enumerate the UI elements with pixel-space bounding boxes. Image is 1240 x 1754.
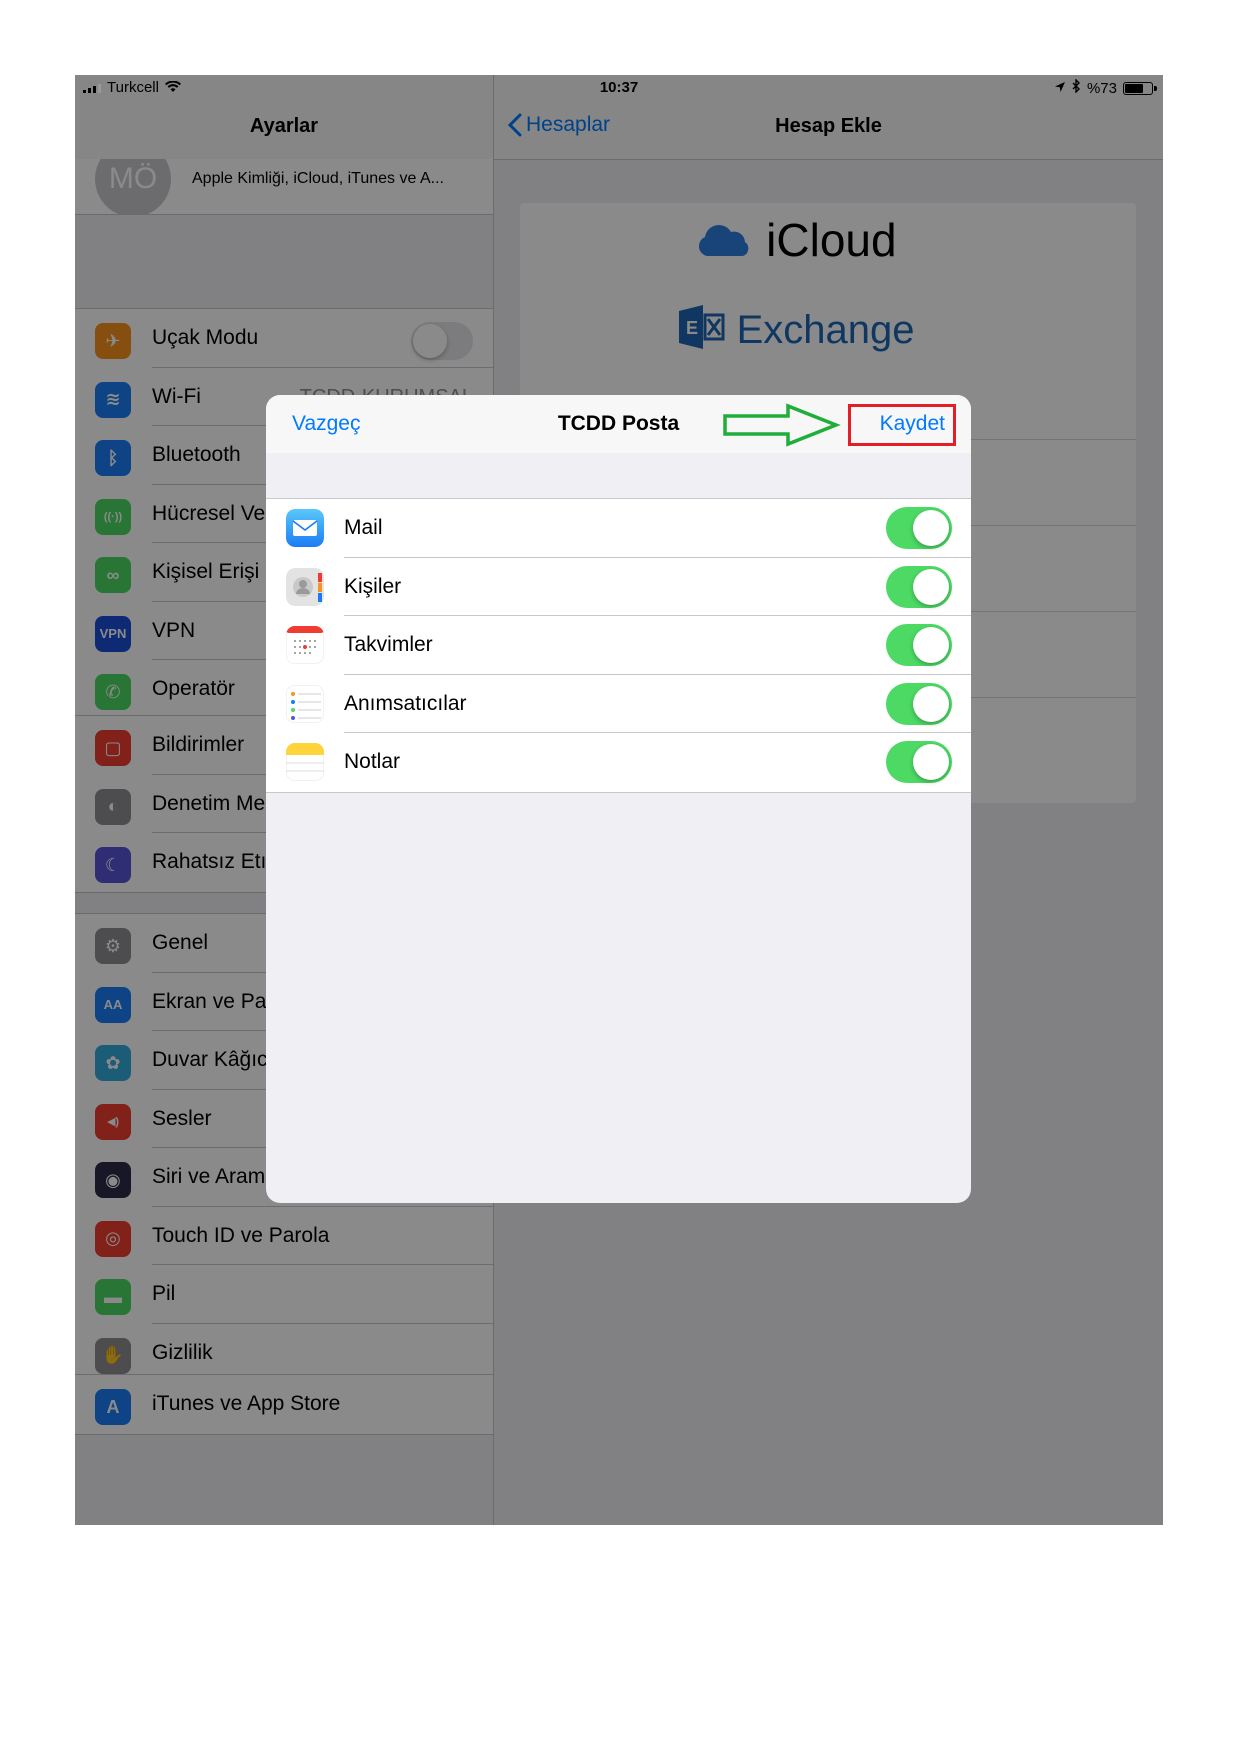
- reminders-icon: [286, 684, 324, 723]
- battery-icon: [1123, 81, 1157, 95]
- sync-row-label: Takvimler: [344, 633, 433, 657]
- bluetooth-status-icon: [1072, 78, 1081, 97]
- sync-toggle[interactable]: [886, 682, 952, 725]
- sync-row-label: Mail: [344, 516, 383, 539]
- sync-row: Notlar: [266, 733, 971, 792]
- battery-percentage: %73: [1086, 79, 1117, 97]
- notes-icon: [286, 743, 324, 782]
- sync-row: Mail: [266, 499, 971, 558]
- sync-row: Takvimler: [266, 616, 971, 675]
- calendar-icon: [286, 626, 324, 665]
- sync-row: Kişiler: [266, 558, 971, 617]
- sync-toggle[interactable]: [886, 565, 952, 608]
- annotation-arrow-icon: [723, 403, 841, 447]
- sync-toggle[interactable]: [886, 507, 952, 549]
- annotation-highlight-box: [848, 404, 956, 446]
- location-icon: [1054, 80, 1066, 97]
- sync-row: Anımsatıcılar: [266, 675, 971, 734]
- mail-icon: [286, 509, 324, 547]
- sync-row-label: Kişiler: [344, 574, 402, 598]
- sync-options-list: Mail Kişiler Takvimler Anımsatıcılar Notlar: [266, 498, 971, 793]
- account-settings-modal: Vazgeç TCDD Posta Kaydet Mail Kişiler Takv…: [266, 395, 971, 1203]
- sync-row-label: Anımsatıcılar: [344, 691, 467, 715]
- sync-toggle[interactable]: [886, 624, 952, 667]
- contacts-icon: [286, 567, 324, 606]
- sync-row-label: Notlar: [344, 750, 401, 774]
- clock: 10:37: [599, 79, 639, 96]
- sync-toggle[interactable]: [886, 741, 952, 784]
- status-bar: Turkcell 10:37 %73: [75, 75, 1163, 101]
